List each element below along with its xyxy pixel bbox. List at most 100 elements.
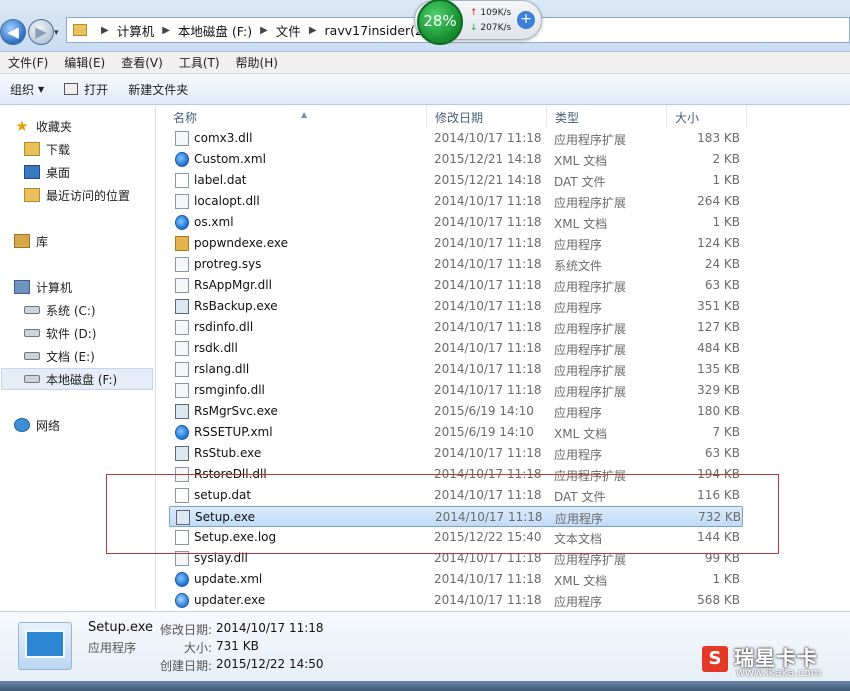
xml-icon [175, 215, 189, 230]
table-row[interactable]: RstoreDll.dll 2014/10/17 11:18 应用程序扩展 194 K… [169, 464, 743, 485]
file-size: 484 KB [697, 341, 740, 355]
plus-icon[interactable]: + [517, 11, 535, 29]
open-button[interactable]: 打开 [54, 77, 118, 101]
sidebar-item-label: 网络 [36, 418, 61, 433]
exe-icon [175, 299, 189, 314]
menu-help[interactable]: 帮助(H) [228, 54, 286, 71]
menu-edit[interactable]: 编辑(E) [56, 54, 113, 71]
table-row[interactable]: rsdinfo.dll 2014/10/17 11:18 应用程序扩展 127 KB [169, 317, 743, 338]
sidebar-item-network[interactable]: 网络 [14, 414, 60, 436]
table-row[interactable]: RsBackup.exe 2014/10/17 11:18 应用程序 351 KB [169, 296, 743, 317]
desktop-icon [24, 165, 40, 179]
table-row[interactable]: setup.dat 2014/10/17 11:18 DAT 文件 116 KB [169, 485, 743, 506]
sidebar-item-drive-f[interactable]: 本地磁盘 (F:) [1, 368, 153, 390]
file-size: 99 KB [704, 551, 740, 565]
file-date: 2014/10/17 11:18 [434, 572, 542, 586]
table-row[interactable]: rsmginfo.dll 2014/10/17 11:18 应用程序扩展 329 KB [169, 380, 743, 401]
command-toolbar: 组织 ▼ 打开 新建文件夹 [0, 74, 850, 105]
dat-icon [175, 173, 189, 188]
sidebar-item-desktop[interactable]: 桌面 [24, 161, 70, 183]
drive-icon [24, 329, 40, 337]
file-name: update.xml [194, 572, 263, 586]
network-speed-widget[interactable]: 28% ↑ 109K/s ↓ 207K/s + [414, 0, 542, 45]
file-name: rsdk.dll [194, 341, 238, 355]
file-type: DAT 文件 [554, 490, 606, 504]
sidebar-item-downloads[interactable]: 下载 [24, 138, 70, 160]
file-type: XML 文档 [554, 154, 608, 168]
table-row[interactable]: comx3.dll 2014/10/17 11:18 应用程序扩展 183 KB [169, 128, 743, 149]
table-row[interactable]: RsStub.exe 2014/10/17 11:18 应用程序 63 KB [169, 443, 743, 464]
logo-icon: S [702, 646, 728, 672]
table-row[interactable]: popwndexe.exe 2014/10/17 11:18 应用程序 124 KB [169, 233, 743, 254]
file-type: 应用程序扩展 [554, 133, 627, 147]
table-row[interactable]: RsAppMgr.dll 2014/10/17 11:18 应用程序扩展 63 KB [169, 275, 743, 296]
file-name: localopt.dll [194, 194, 260, 208]
breadcrumb-drive-f[interactable]: 本地磁盘 (F:) [178, 21, 252, 40]
table-row[interactable]: syslay.dll 2014/10/17 11:18 应用程序扩展 99 KB [169, 548, 743, 569]
download-speed-value: 207K/s [480, 23, 512, 33]
table-row[interactable]: rsdk.dll 2014/10/17 11:18 应用程序扩展 484 KB [169, 338, 743, 359]
column-header-name[interactable]: ▲ 名称 [165, 106, 427, 128]
sidebar-item-computer[interactable]: 计算机 [14, 276, 72, 298]
details-created-label: 创建日期: [159, 659, 212, 673]
table-row[interactable]: RsMgrSvc.exe 2015/6/19 14:10 应用程序 180 KB [169, 401, 743, 422]
menu-view[interactable]: 查看(V) [113, 54, 171, 71]
dll-icon [175, 383, 189, 398]
open-label: 打开 [84, 82, 109, 97]
file-type: DAT 文件 [554, 175, 606, 189]
recent-pages-dropdown[interactable]: ▾ [54, 28, 59, 38]
file-name: RSSETUP.xml [194, 425, 273, 439]
table-row[interactable]: updater.exe 2014/10/17 11:18 应用程序 568 KB [169, 590, 743, 610]
file-size: 116 KB [697, 488, 740, 502]
column-header-size[interactable]: 大小 [667, 106, 747, 128]
file-size: 1 KB [712, 572, 740, 586]
breadcrumb-files[interactable]: 文件 [276, 21, 301, 40]
file-name: setup.dat [194, 488, 252, 502]
drive-icon [24, 352, 40, 360]
details-size-value: 731 KB [216, 639, 259, 653]
details-created-value: 2015/12/22 14:50 [216, 657, 324, 671]
sidebar-item-label: 收藏夹 [36, 119, 73, 134]
new-folder-button[interactable]: 新建文件夹 [118, 77, 198, 101]
sidebar-item-libraries[interactable]: 库 [14, 230, 48, 252]
chevron-right-icon[interactable]: ▶ [260, 25, 268, 36]
sidebar-item-drive-d[interactable]: 软件 (D:) [24, 322, 96, 344]
table-row[interactable]: Setup.exe.log 2015/12/22 15:40 文本文档 144 KB [169, 527, 743, 548]
table-row[interactable]: protreg.sys 2014/10/17 11:18 系统文件 24 KB [169, 254, 743, 275]
details-size-label: 大小: [183, 641, 212, 655]
back-button[interactable]: ◀ [0, 19, 26, 45]
table-row[interactable]: localopt.dll 2014/10/17 11:18 应用程序扩展 264 KB [169, 191, 743, 212]
file-type: 应用程序扩展 [554, 343, 627, 357]
table-row[interactable]: RSSETUP.xml 2015/6/19 14:10 XML 文档 7 KB [169, 422, 743, 443]
menu-tools[interactable]: 工具(T) [171, 54, 228, 71]
sidebar-item-recent-places[interactable]: 最近访问的位置 [24, 184, 130, 206]
column-header-type[interactable]: 类型 [547, 106, 667, 128]
table-row[interactable]: update.xml 2014/10/17 11:18 XML 文档 1 KB [169, 569, 743, 590]
table-row[interactable]: os.xml 2014/10/17 11:18 XML 文档 1 KB [169, 212, 743, 233]
table-row[interactable]: Setup.exe 2014/10/17 11:18 应用程序 732 KB [169, 506, 743, 527]
menu-file[interactable]: 文件(F) [0, 54, 56, 71]
chevron-right-icon[interactable]: ▶ [162, 25, 170, 36]
table-row[interactable]: label.dat 2015/12/21 14:18 DAT 文件 1 KB [169, 170, 743, 191]
file-name: RsAppMgr.dll [194, 278, 272, 292]
organize-button[interactable]: 组织 ▼ [0, 77, 54, 101]
open-icon [64, 83, 79, 95]
chevron-right-icon[interactable]: ▶ [309, 25, 317, 36]
file-size: 183 KB [697, 131, 740, 145]
sidebar-item-label: 软件 (D:) [46, 326, 97, 341]
table-row[interactable]: Custom.xml 2015/12/21 14:18 XML 文档 2 KB [169, 149, 743, 170]
forward-button[interactable]: ▶ [28, 19, 54, 45]
breadcrumb-current-folder[interactable]: ravv17insider(2) [325, 23, 428, 38]
file-date: 2014/10/17 11:18 [434, 215, 542, 229]
breadcrumb-computer[interactable]: 计算机 [117, 21, 155, 40]
file-date: 2014/10/17 11:18 [434, 299, 542, 313]
folder-icon [73, 24, 87, 36]
chevron-right-icon[interactable]: ▶ [101, 25, 109, 36]
file-name: os.xml [194, 215, 234, 229]
sidebar-item-drive-e[interactable]: 文档 (E:) [24, 345, 95, 367]
sidebar-item-drive-c[interactable]: 系统 (C:) [24, 299, 96, 321]
column-header-date[interactable]: 修改日期 [427, 106, 547, 128]
sidebar-item-favorites[interactable]: ★ 收藏夹 [14, 115, 72, 137]
file-type: 应用程序 [554, 448, 603, 462]
table-row[interactable]: rslang.dll 2014/10/17 11:18 应用程序扩展 135 KB [169, 359, 743, 380]
